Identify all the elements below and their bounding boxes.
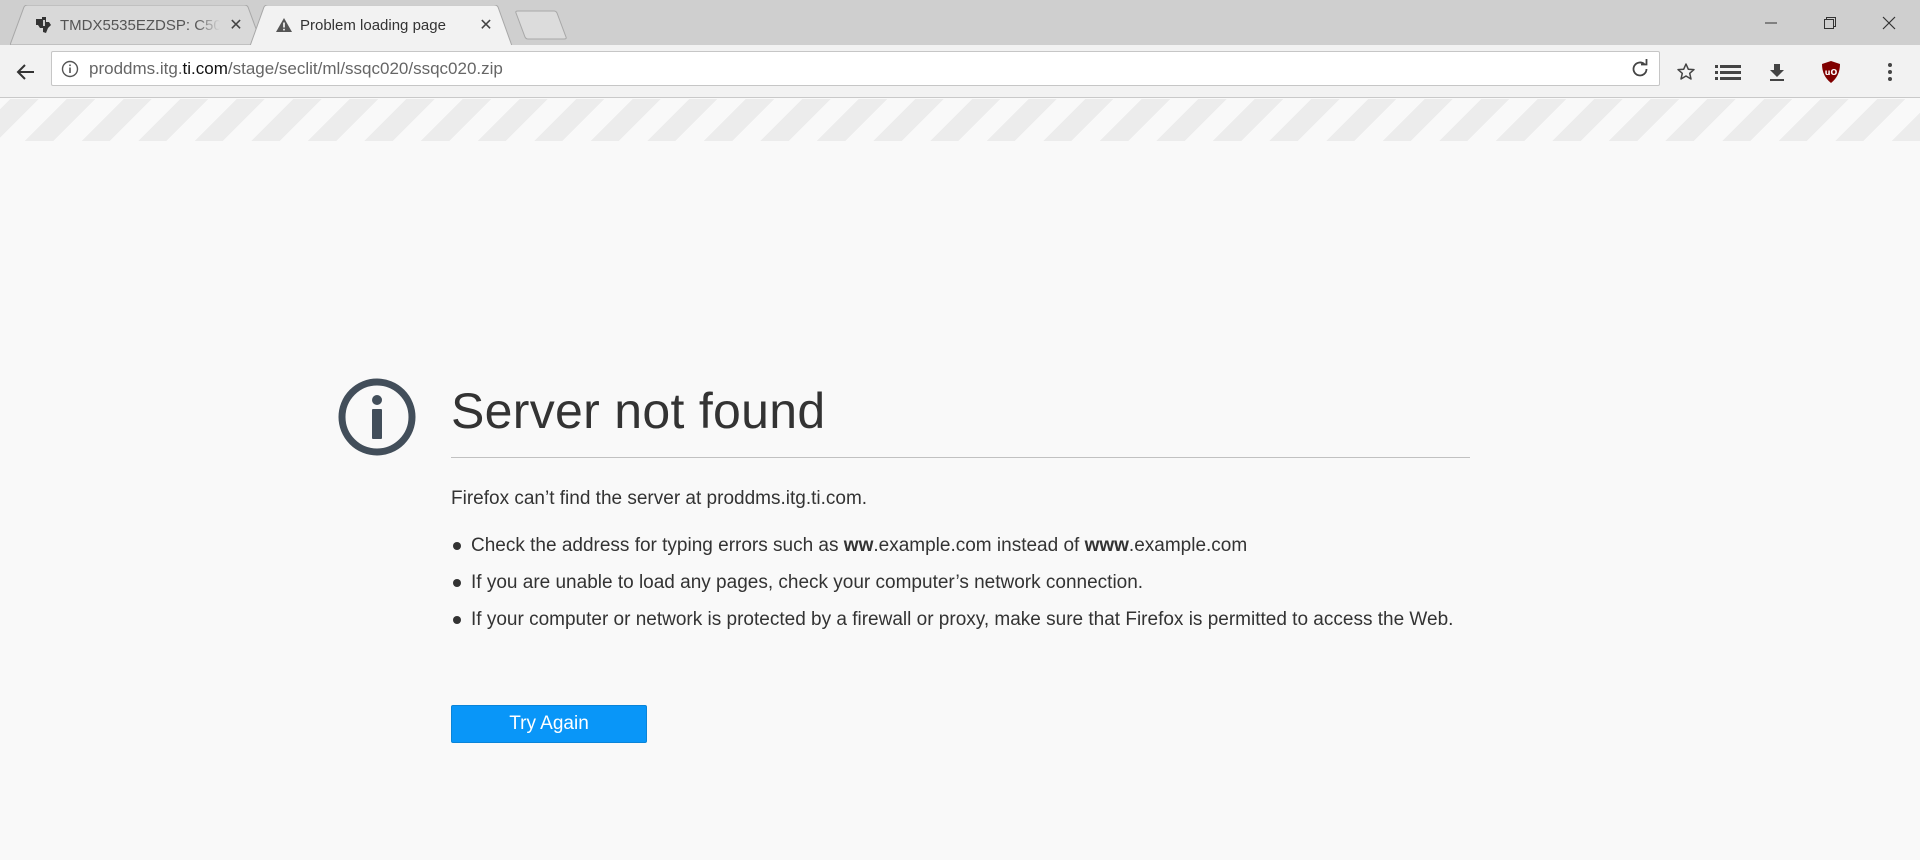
star-icon[interactable] [1666, 45, 1706, 98]
bullet [453, 542, 461, 550]
try-again-button[interactable]: Try Again [451, 705, 647, 743]
new-tab-button[interactable] [514, 10, 568, 40]
tip-emphasis: ww [843, 535, 874, 556]
back-arrow-icon[interactable] [6, 45, 46, 98]
tip-text: .example.com [1128, 535, 1248, 556]
info-icon [337, 377, 417, 457]
error-description: Firefox can’t find the server at proddms… [451, 488, 868, 509]
tab-ti-product[interactable]: TMDX5535EZDSP: C5000 ✕ [10, 5, 262, 45]
error-stripes-banner [0, 99, 1920, 141]
page-title: Server not found [451, 383, 826, 439]
minimize-icon[interactable] [1742, 0, 1800, 45]
url-text[interactable]: proddms.itg.ti.com/stage/seclit/ml/ssqc0… [87, 59, 503, 79]
tab-close-icon[interactable]: ✕ [228, 17, 244, 34]
bullet [453, 579, 461, 587]
tab-strip: TMDX5535EZDSP: C5000 ✕ Problem loading p… [0, 0, 1920, 45]
error-tips-list: Check the address for typing errors such… [451, 532, 1471, 643]
tip-text: If your computer or network is protected… [471, 609, 1454, 630]
tip-text: Check the address for typing errors such… [471, 535, 844, 556]
tab-problem-loading[interactable]: Problem loading page ✕ [250, 5, 512, 45]
page-content [0, 141, 1920, 860]
reload-icon[interactable] [1623, 52, 1657, 85]
tip-emphasis: www [1084, 535, 1129, 556]
list-item: If you are unable to load any pages, che… [451, 569, 1471, 596]
svg-text:uO: uO [1825, 68, 1838, 77]
address-bar[interactable]: proddms.itg.ti.com/stage/seclit/ml/ssqc0… [51, 51, 1660, 86]
tab-close-icon[interactable]: ✕ [478, 17, 494, 34]
tab-title: TMDX5535EZDSP: C5000 [60, 16, 220, 34]
list-icon[interactable] [1708, 45, 1748, 98]
title-divider [451, 457, 1470, 458]
tab-title: Problem loading page [300, 16, 446, 34]
restore-icon[interactable] [1801, 0, 1859, 45]
tip-text: If you are unable to load any pages, che… [471, 572, 1144, 593]
tip-text: .example.com instead of [873, 535, 1085, 556]
ublock-origin-icon[interactable]: uO [1811, 45, 1851, 98]
texas-instruments-logo-icon [34, 15, 54, 35]
warning-triangle-icon [274, 15, 294, 35]
list-item: Check the address for typing errors such… [451, 532, 1471, 559]
navigation-toolbar: proddms.itg.ti.com/stage/seclit/ml/ssqc0… [0, 45, 1920, 98]
info-icon[interactable] [53, 52, 87, 85]
url-prefix: proddms.itg. [89, 58, 183, 78]
bullet [453, 616, 461, 624]
url-path: /stage/seclit/ml/ssqc020/ssqc020.zip [227, 58, 503, 78]
url-host: ti.com [182, 58, 228, 78]
more-vert-icon[interactable] [1870, 45, 1910, 98]
download-icon[interactable] [1757, 45, 1797, 98]
list-item: If your computer or network is protected… [451, 606, 1471, 633]
close-icon[interactable] [1860, 0, 1918, 45]
